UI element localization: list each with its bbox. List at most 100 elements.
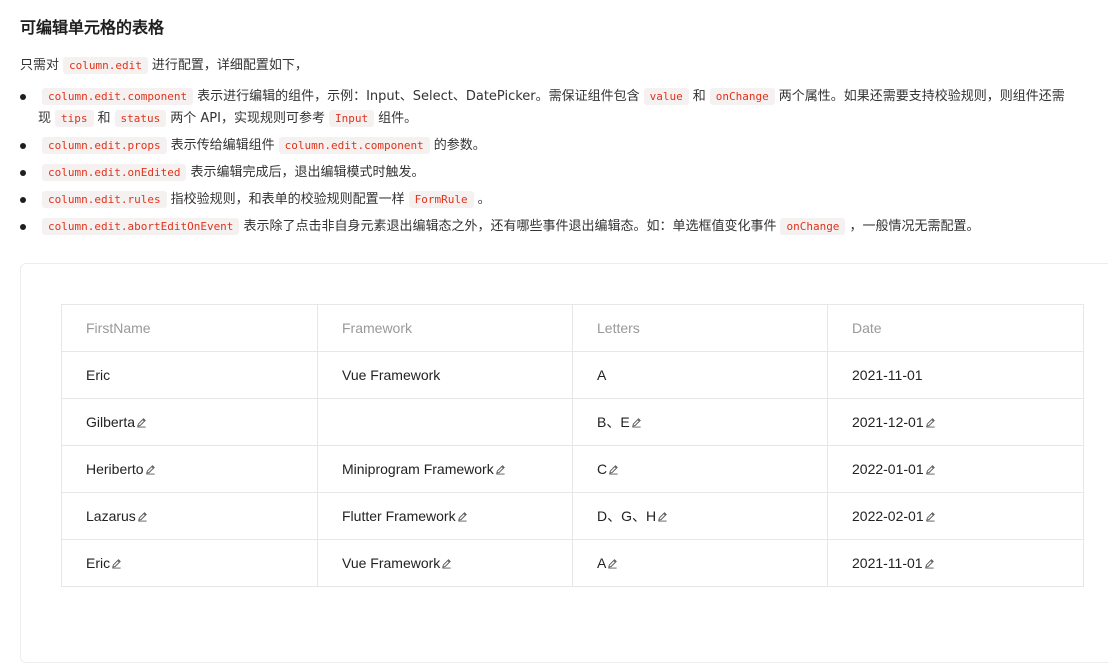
editable-cell[interactable]: 2021-11-01 xyxy=(827,539,1084,587)
cell-value: A xyxy=(597,555,607,571)
intro-code: column.edit xyxy=(63,57,148,74)
bullet-dot xyxy=(20,170,26,176)
edit-pencil-icon[interactable] xyxy=(608,464,619,475)
editable-cell[interactable]: D、G、H xyxy=(572,492,828,540)
cell-value: B、E xyxy=(597,414,630,430)
cell-value: Gilberta xyxy=(86,414,136,430)
column-header-firstname: FirstName xyxy=(61,304,318,352)
editable-cell[interactable]: Lazarus xyxy=(61,492,318,540)
list-text: 的参数。 xyxy=(433,138,486,153)
list-text: 和 xyxy=(692,89,706,104)
editable-cell[interactable]: A xyxy=(572,539,828,587)
list-text: ，一般情况无需配置。 xyxy=(849,219,980,234)
editable-cell[interactable]: 2021-12-01 xyxy=(827,398,1084,446)
inline-code: column.edit.onEdited xyxy=(42,164,187,181)
list-text: 指校验规则，和表单的校验规则配置一样 xyxy=(170,192,405,207)
cell-value: C xyxy=(597,461,608,477)
editable-cell[interactable]: Heriberto xyxy=(61,445,318,493)
inline-code: Input xyxy=(328,110,375,127)
table-row: Heriberto Miniprogram Framework C 2022-0… xyxy=(61,445,1084,493)
editable-cell[interactable]: 2022-01-01 xyxy=(827,445,1084,493)
inline-code: column.edit.component xyxy=(278,137,430,154)
table-cell: Eric xyxy=(61,351,318,399)
table-row: Lazarus Flutter Framework D、G、H 2022-02-… xyxy=(61,492,1084,540)
cell-value: 2022-01-01 xyxy=(852,461,924,477)
editable-cell[interactable] xyxy=(317,398,573,446)
column-header-letters: Letters xyxy=(572,304,828,352)
inline-code: FormRule xyxy=(408,191,474,208)
editable-cell[interactable]: Miniprogram Framework xyxy=(317,445,573,493)
list-text: 表示传给编辑组件 xyxy=(170,138,275,153)
list-text: 和 xyxy=(97,111,111,126)
edit-pencil-icon[interactable] xyxy=(925,511,936,522)
list-text: 组件。 xyxy=(378,111,418,126)
inline-code: status xyxy=(114,110,167,127)
inline-code: value xyxy=(643,88,689,105)
list-text: 表示进行编辑的组件，示例：Input、Select、DatePicker。需保证… xyxy=(197,89,640,104)
edit-pencil-icon[interactable] xyxy=(137,511,148,522)
cell-value: Vue Framework xyxy=(342,367,441,383)
bullet-dot xyxy=(20,94,26,100)
edit-pencil-icon[interactable] xyxy=(136,417,147,428)
edit-pencil-icon[interactable] xyxy=(495,464,506,475)
cell-value: Flutter Framework xyxy=(342,508,456,524)
cell-value: Lazarus xyxy=(86,508,136,524)
editable-cell[interactable]: 2022-02-01 xyxy=(827,492,1084,540)
list-text: 。 xyxy=(477,192,491,207)
inline-code: column.edit.component xyxy=(42,88,194,105)
inline-code: tips xyxy=(55,110,94,127)
cell-value: Eric xyxy=(86,367,111,383)
table-header-row: FirstName Framework Letters Date xyxy=(61,304,1084,352)
table-cell: 2021-11-01 xyxy=(827,351,1084,399)
cell-value: D、G、H xyxy=(597,508,657,524)
cell-value: Heriberto xyxy=(86,461,144,477)
bullet-dot xyxy=(20,143,26,149)
list-text: 两个 API，实现规则可参考 xyxy=(170,111,325,126)
editable-cell[interactable]: Eric xyxy=(61,539,318,587)
cell-value: Eric xyxy=(86,555,111,571)
editable-cell[interactable]: C xyxy=(572,445,828,493)
table-row: Eric Vue Framework A 2021-11-01 xyxy=(61,539,1084,587)
list-text: 表示编辑完成后，退出编辑模式时触发。 xyxy=(190,165,425,180)
edit-pencil-icon[interactable] xyxy=(925,417,936,428)
inline-code: column.edit.props xyxy=(42,137,167,154)
edit-pencil-icon[interactable] xyxy=(145,464,156,475)
cell-value: Vue Framework xyxy=(342,555,441,571)
column-header-framework: Framework xyxy=(317,304,573,352)
edit-pencil-icon[interactable] xyxy=(111,558,122,569)
table-row: Eric Vue Framework A 2021-11-01 xyxy=(61,351,1084,399)
list-text: 表示除了点击非自身元素退出编辑态之外，还有哪些事件退出编辑态。如：单选框值变化事… xyxy=(243,219,777,234)
edit-pencil-icon[interactable] xyxy=(924,558,935,569)
cell-value: Miniprogram Framework xyxy=(342,461,494,477)
editable-cell[interactable]: Vue Framework xyxy=(317,539,573,587)
cell-value: 2021-11-01 xyxy=(852,555,923,571)
edit-pencil-icon[interactable] xyxy=(925,464,936,475)
bullet-dot xyxy=(20,197,26,203)
editable-cell[interactable]: Flutter Framework xyxy=(317,492,573,540)
intro-paragraph: 只需对 column.edit 进行配置，详细配置如下， xyxy=(20,55,308,77)
editable-table: FirstName Framework Letters Date Eric Vu… xyxy=(61,304,1084,587)
table-cell: Vue Framework xyxy=(317,351,573,399)
table-row: Gilberta B、E 2021-12-01 xyxy=(61,398,1084,446)
edit-pencil-icon[interactable] xyxy=(631,417,642,428)
intro-text-before: 只需对 xyxy=(20,58,60,73)
editable-cell[interactable]: Gilberta xyxy=(61,398,318,446)
table-cell: A xyxy=(572,351,828,399)
cell-value: 2021-12-01 xyxy=(852,414,924,430)
inline-code: onChange xyxy=(780,218,846,235)
intro-text-after: 进行配置，详细配置如下， xyxy=(151,58,308,73)
edit-pencil-icon[interactable] xyxy=(607,558,618,569)
list-text: 两个属性。如果还需要支持校验规则，则组件还需 xyxy=(778,89,1065,104)
column-header-date: Date xyxy=(827,304,1084,352)
edit-pencil-icon[interactable] xyxy=(457,511,468,522)
editable-cell[interactable]: B、E xyxy=(572,398,828,446)
bullet-dot xyxy=(20,224,26,230)
cell-value: 2021-11-01 xyxy=(852,367,923,383)
edit-pencil-icon[interactable] xyxy=(657,511,668,522)
cell-value: A xyxy=(597,367,607,383)
list-text: 现 xyxy=(38,111,52,126)
edit-pencil-icon[interactable] xyxy=(441,558,452,569)
inline-code: column.edit.abortEditOnEvent xyxy=(42,218,240,235)
inline-code: onChange xyxy=(709,88,775,105)
cell-value: 2022-02-01 xyxy=(852,508,924,524)
